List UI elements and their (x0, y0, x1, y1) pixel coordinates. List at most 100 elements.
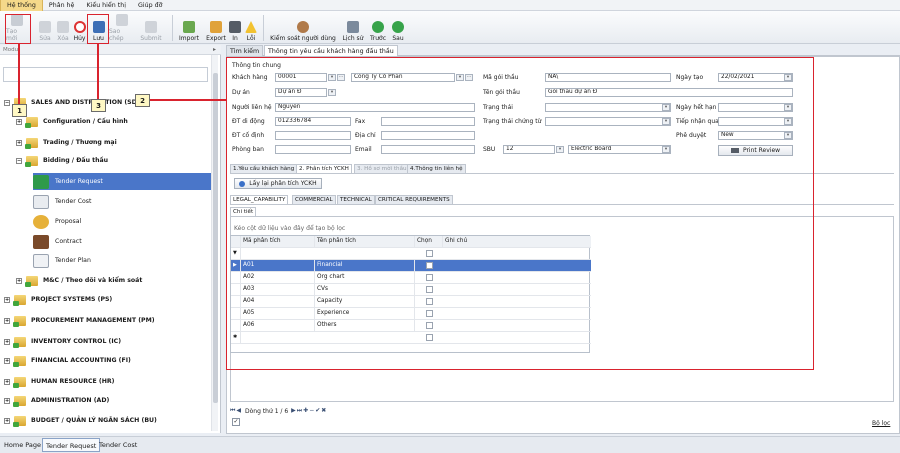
tree-bu[interactable]: + BUDGET / QUẢN LÝ NGÂN SÁCH (BU) (4, 414, 157, 427)
row-name[interactable]: Org chart (315, 272, 415, 283)
reload-analysis-button[interactable]: Lấy lại phân tích YCKH (234, 178, 322, 189)
select-checkbox[interactable] (426, 286, 433, 293)
row-name[interactable]: CVs (315, 284, 415, 295)
table-row[interactable]: ▶ A01 Financial (231, 260, 591, 272)
filter-checkbox[interactable] (426, 250, 433, 257)
expand-icon[interactable]: + (4, 317, 10, 324)
tab-search[interactable]: Tìm kiếm (226, 45, 264, 56)
dropdown-icon[interactable]: ▾ (328, 74, 336, 81)
tree-trading[interactable]: + Trading / Thương mại (16, 136, 117, 149)
lookup-icon[interactable]: ⋯ (337, 74, 345, 81)
next-button[interactable]: Sau (390, 14, 406, 42)
row-name[interactable]: Financial (315, 260, 415, 271)
history-button[interactable]: Lịch sử (342, 14, 364, 42)
module-search-input[interactable] (3, 67, 208, 82)
edit-button[interactable]: Sửa (38, 14, 52, 42)
expand-icon[interactable]: + (4, 338, 10, 345)
row-code[interactable]: A01 (241, 260, 315, 271)
expand-icon[interactable]: + (4, 378, 10, 385)
lookup-icon[interactable]: ⋯ (465, 74, 473, 81)
landline-field[interactable] (275, 131, 351, 140)
tab-technical[interactable]: TECHNICAL (337, 195, 375, 204)
tender-code-field[interactable]: NA\ (545, 73, 671, 82)
delete-button[interactable]: Xóa (55, 14, 71, 42)
column-header[interactable]: Mã phân tích (241, 236, 315, 247)
row-code[interactable]: A04 (241, 296, 315, 307)
bottom-tab-tender-request[interactable]: Tender Request (42, 438, 101, 452)
dropdown-icon[interactable]: ▾ (784, 132, 792, 139)
tab-details[interactable]: Chi tiết (230, 207, 257, 216)
tab-commercial[interactable]: COMMERCIAL (292, 195, 336, 204)
column-header[interactable]: Chọn (415, 236, 443, 247)
collapse-icon[interactable]: − (4, 99, 10, 106)
tree-pm[interactable]: + PROCUREMENT MANAGEMENT (PM) (4, 314, 155, 327)
error-button[interactable]: Lỗi (244, 14, 258, 42)
expand-icon[interactable]: + (16, 139, 22, 146)
dropdown-icon[interactable]: ▾ (456, 74, 464, 81)
expand-icon[interactable]: + (16, 118, 22, 125)
next-last-icon[interactable]: ▶⏭✚−✔✖ (291, 407, 327, 415)
select-checkbox[interactable] (426, 334, 433, 341)
tab-customer-request[interactable]: 1.Yêu cầu khách hàng (230, 164, 298, 173)
row-code[interactable]: A06 (241, 320, 315, 331)
row-name[interactable]: Capacity (315, 296, 415, 307)
contact-field[interactable]: Nguyen (275, 103, 475, 112)
tab-tender-info[interactable]: Thông tin yêu cầu khách hàng đấu thầu (264, 45, 398, 56)
table-row[interactable]: A03 CVs (231, 284, 591, 296)
filter-row[interactable]: ▼ (231, 248, 591, 260)
first-prev-icon[interactable]: ⏮◀ (230, 407, 242, 415)
received-via-field[interactable] (718, 117, 793, 126)
tree-mc[interactable]: + M&C / Theo dõi và kiểm soát (16, 274, 142, 287)
dropdown-icon[interactable]: ▾ (662, 104, 670, 111)
expand-icon[interactable]: + (16, 277, 22, 284)
tree-proposal[interactable]: Proposal (33, 213, 81, 230)
tree-ad[interactable]: + ADMINISTRATION (AD) (4, 394, 109, 407)
menu-giup-do[interactable]: Giúp đỡ (132, 0, 168, 11)
select-checkbox[interactable] (426, 298, 433, 305)
export-button[interactable]: Export (204, 14, 228, 42)
dropdown-icon[interactable]: ▾ (662, 118, 670, 125)
expand-icon[interactable]: + (4, 357, 10, 364)
calendar-dropdown-icon[interactable]: ▾ (784, 104, 792, 111)
print-button[interactable]: In (229, 14, 241, 42)
new-button[interactable]: Tạo mới (6, 14, 28, 42)
cancel-button[interactable]: Hủy (71, 14, 88, 42)
table-row[interactable]: A04 Capacity (231, 296, 591, 308)
new-row[interactable]: ✱ (231, 332, 591, 344)
address-field[interactable] (381, 131, 475, 140)
column-header[interactable]: Ghi chú (443, 236, 591, 247)
expiry-date-field[interactable] (718, 103, 793, 112)
select-checkbox[interactable] (426, 274, 433, 281)
tab-critical-requirements[interactable]: CRITICAL REQUIREMENTS (375, 195, 453, 204)
row-code[interactable]: A03 (241, 284, 315, 295)
tab-contact-info[interactable]: 4.Thông tin liên hệ (407, 164, 466, 173)
submit-button[interactable]: Submit (138, 14, 164, 42)
menu-phan-he[interactable]: Phân hệ (43, 0, 81, 11)
tree-configuration[interactable]: + Configuration / Cấu hình (16, 115, 128, 128)
tender-name-field[interactable]: Gói thầu dự án Đ (545, 88, 793, 97)
check-icon[interactable]: ✓ (232, 418, 240, 426)
table-row[interactable]: A05 Experience (231, 308, 591, 320)
pin-icon[interactable]: ▸ (213, 46, 216, 53)
created-date-field[interactable]: 22/02/2021 (718, 73, 793, 82)
tree-tender-request[interactable]: Tender Request (33, 173, 211, 190)
select-checkbox[interactable] (426, 310, 433, 317)
save-button[interactable]: Lưu (90, 14, 107, 42)
expand-icon[interactable]: + (4, 417, 10, 424)
filter-link[interactable]: Bộ lọc (872, 420, 890, 427)
tree-hr[interactable]: + HUMAN RESOURCE (HR) (4, 375, 115, 388)
expand-icon[interactable]: + (4, 296, 10, 303)
user-control-button[interactable]: Kiểm soát người dùng (268, 14, 338, 42)
tree-ic[interactable]: + INVENTORY CONTROL (IC) (4, 335, 121, 348)
tab-bid-docs[interactable]: 3. Hồ sơ mời thầu (354, 164, 410, 173)
expand-icon[interactable]: + (4, 397, 10, 404)
dropdown-icon[interactable]: ▾ (328, 89, 336, 96)
project-field[interactable]: Dự án Đ (275, 88, 327, 97)
tree-bidding[interactable]: − Bidding / Đấu thầu (16, 154, 108, 167)
column-header[interactable]: Tên phân tích (315, 236, 415, 247)
calendar-dropdown-icon[interactable]: ▾ (784, 74, 792, 81)
tab-analysis[interactable]: 2. Phân tích YCKH (296, 164, 352, 173)
menu-he-thong[interactable]: Hệ thống (0, 0, 43, 12)
table-row[interactable]: A06 Others (231, 320, 591, 332)
fax-field[interactable] (381, 117, 475, 126)
